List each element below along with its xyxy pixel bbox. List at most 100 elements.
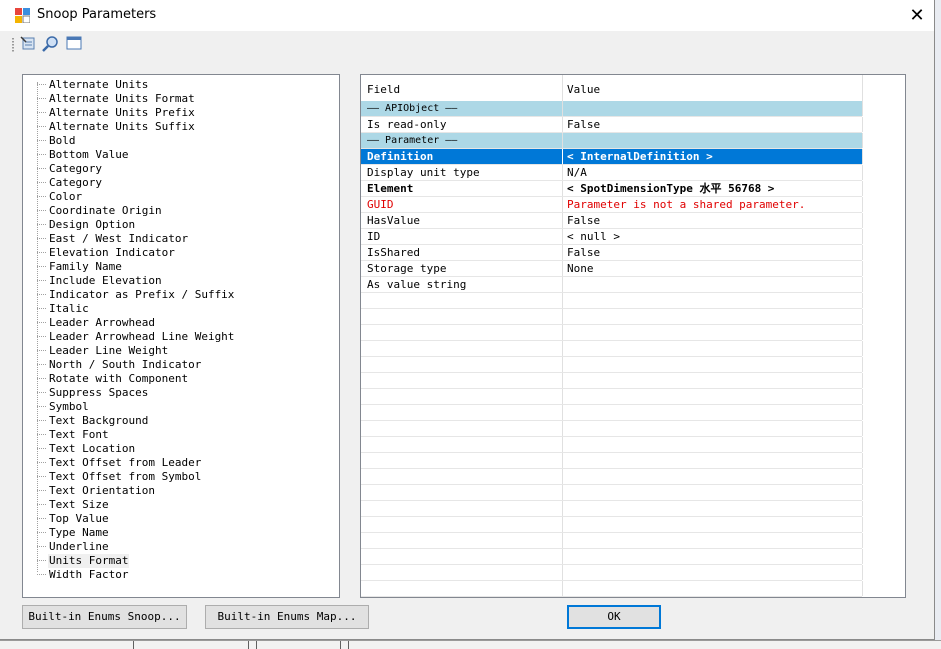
ok-button[interactable]: OK (567, 605, 661, 629)
tree-item[interactable]: Text Background (37, 414, 149, 428)
tree-connector (37, 560, 46, 562)
tree-connector (37, 392, 46, 394)
tree-item[interactable]: Alternate Units Format (37, 92, 196, 106)
field-cell: —— APIObject —— (367, 103, 458, 114)
grid-empty-row (361, 453, 863, 469)
tree-item-label: Width Factor (49, 568, 129, 581)
tree-item-label: Design Option (49, 218, 136, 231)
tree-item-label: Category (49, 176, 102, 189)
tree-item-label: Family Name (49, 260, 122, 273)
tree-item-label: Include Elevation (49, 274, 162, 287)
tree-item[interactable]: Leader Arrowhead Line Weight (37, 330, 235, 344)
snoop-icon[interactable] (20, 35, 38, 52)
title-bar: Snoop Parameters ✕ (0, 0, 934, 31)
tree-item[interactable]: Family Name (37, 260, 123, 274)
tree-item[interactable]: Alternate Units (37, 78, 149, 92)
enums-snoop-button[interactable]: Built-in Enums Snoop... (22, 605, 187, 629)
tree-item-label: Suppress Spaces (49, 386, 149, 399)
tree-item[interactable]: Underline (37, 540, 110, 554)
tree-item-label: Alternate Units Format (49, 92, 195, 105)
tree-item-label: Text Offset from Leader (49, 456, 202, 469)
tree-item[interactable]: East / West Indicator (37, 232, 189, 246)
tree-connector (37, 154, 46, 156)
value-cell: None (567, 262, 594, 275)
tree-connector (37, 98, 46, 100)
tree-item[interactable]: Include Elevation (37, 274, 163, 288)
tree-item-label: Bottom Value (49, 148, 129, 161)
tree-item[interactable]: Width Factor (37, 568, 129, 582)
tree-item[interactable]: Text Offset from Symbol (37, 470, 202, 484)
tree-item-label: Leader Line Weight (49, 344, 169, 357)
grid-row[interactable]: HasValue False (361, 213, 863, 229)
tree-item-label: Alternate Units Suffix (49, 120, 195, 133)
grid-row[interactable]: ID < null > (361, 229, 863, 245)
close-button[interactable]: ✕ (900, 0, 934, 31)
tree-item[interactable]: Coordinate Origin (37, 204, 163, 218)
tree-item[interactable]: Design Option (37, 218, 136, 232)
grid-row[interactable]: Display unit type N/A (361, 165, 863, 181)
tree-item[interactable]: Rotate with Component (37, 372, 189, 386)
enums-map-button[interactable]: Built-in Enums Map... (205, 605, 369, 629)
tree-item[interactable]: Leader Arrowhead (37, 316, 156, 330)
tree-connector (37, 546, 46, 548)
tree-item[interactable]: Text Orientation (37, 484, 156, 498)
tree-item[interactable]: Alternate Units Prefix (37, 106, 196, 120)
tree-item[interactable]: Suppress Spaces (37, 386, 149, 400)
parameter-tree[interactable]: Alternate Units Alternate Units Format Alt… (22, 74, 340, 598)
window-icon[interactable] (65, 35, 83, 52)
tree-item[interactable]: Alternate Units Suffix (37, 120, 196, 134)
tree-item[interactable]: Indicator as Prefix / Suffix (37, 288, 235, 302)
tree-item[interactable]: Text Size (37, 498, 110, 512)
grid-row[interactable]: Storage type None (361, 261, 863, 277)
grid-row[interactable]: Definition < InternalDefinition > (361, 149, 863, 165)
tree-item[interactable]: Units Format (37, 554, 130, 568)
tree-connector (37, 434, 46, 436)
tree-connector (37, 476, 46, 478)
tree-item[interactable]: Top Value (37, 512, 110, 526)
tree-connector (37, 224, 46, 226)
tree-item-label: North / South Indicator (49, 358, 202, 371)
tree-item[interactable]: Bold (37, 134, 77, 148)
tree-connector (37, 182, 46, 184)
tree-item-label: Category (49, 162, 102, 175)
grid-empty-row (361, 565, 863, 581)
tree-connector (37, 420, 46, 422)
grid-empty-row (361, 533, 863, 549)
tree-connector (37, 462, 46, 464)
tree-connector (37, 322, 46, 324)
grid-row[interactable]: IsShared False (361, 245, 863, 261)
tree-item-label: Symbol (49, 400, 89, 413)
grid-row[interactable]: Element < SpotDimensionType 水平 56768 > (361, 181, 863, 197)
tree-connector (37, 252, 46, 254)
tree-item[interactable]: Category (37, 176, 103, 190)
tree-item[interactable]: Italic (37, 302, 90, 316)
value-cell: < SpotDimensionType 水平 56768 > (567, 182, 775, 195)
tree-item[interactable]: Elevation Indicator (37, 246, 176, 260)
grid-empty-row (361, 437, 863, 453)
tree-connector (37, 350, 46, 352)
tree-item[interactable]: Text Location (37, 442, 136, 456)
property-grid[interactable]: Field Value —— APIObject —— Is read-only F… (360, 74, 906, 598)
tree-item-label: Coordinate Origin (49, 204, 162, 217)
tree-item[interactable]: Leader Line Weight (37, 344, 169, 358)
grid-group-row: —— APIObject —— (361, 101, 863, 117)
tree-connector (37, 490, 46, 492)
tree-connector (37, 266, 46, 268)
grid-row[interactable]: As value string (361, 277, 863, 293)
tree-item[interactable]: Symbol (37, 400, 90, 414)
tree-connector (37, 280, 46, 282)
tree-item[interactable]: Text Font (37, 428, 110, 442)
search-icon[interactable] (42, 35, 60, 52)
tree-item[interactable]: Color (37, 190, 83, 204)
tree-connector (37, 406, 46, 408)
tree-item-label: Text Location (49, 442, 136, 455)
tree-item[interactable]: Category (37, 162, 103, 176)
tree-item[interactable]: North / South Indicator (37, 358, 202, 372)
grid-row[interactable]: GUID Parameter is not a shared parameter. (361, 197, 863, 213)
grid-row[interactable]: Is read-only False (361, 117, 863, 133)
tree-item[interactable]: Text Offset from Leader (37, 456, 202, 470)
value-cell: False (567, 246, 601, 259)
tree-connector (37, 574, 46, 576)
tree-item[interactable]: Type Name (37, 526, 110, 540)
tree-item[interactable]: Bottom Value (37, 148, 129, 162)
